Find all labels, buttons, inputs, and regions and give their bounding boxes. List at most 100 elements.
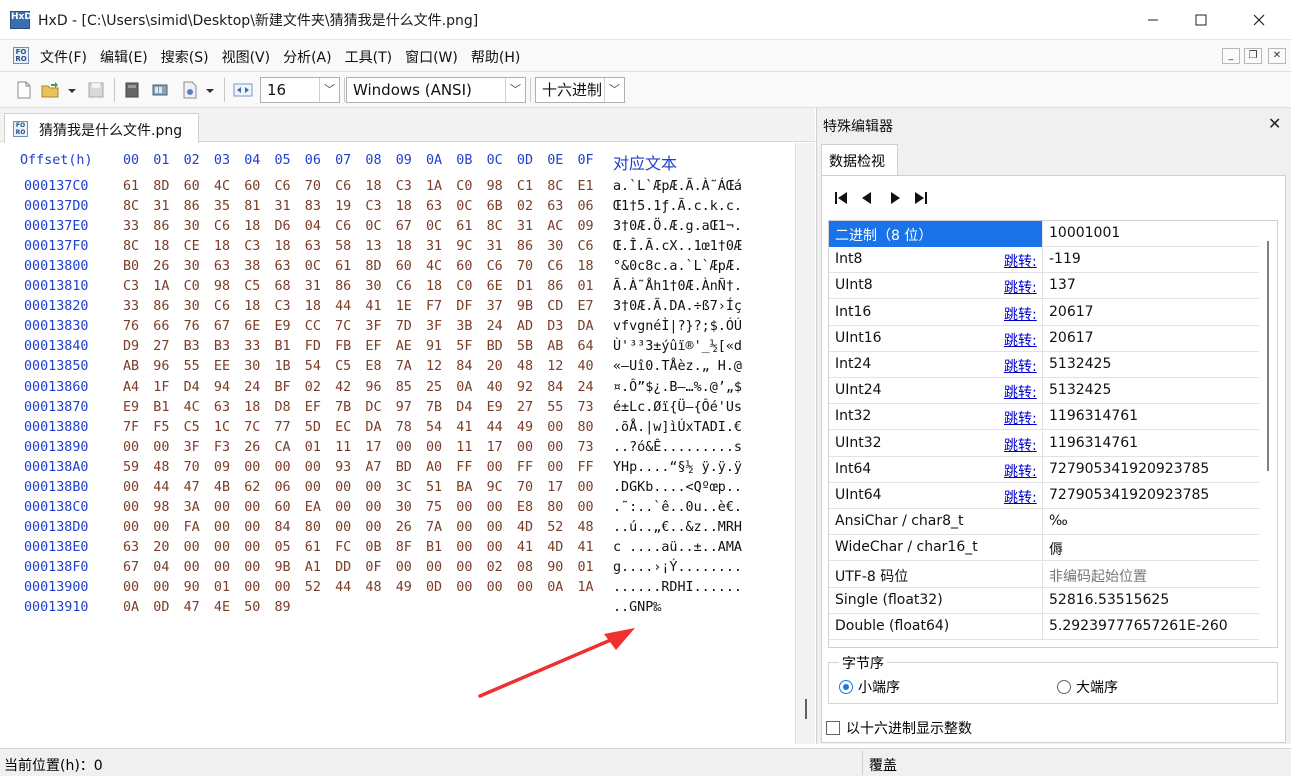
hex-byte[interactable]: D1: [517, 279, 533, 294]
hex-byte[interactable]: EF: [305, 400, 321, 415]
mdi-close-button[interactable]: ✕: [1268, 48, 1286, 64]
hex-byte[interactable]: 47: [184, 480, 200, 495]
hex-byte[interactable]: 00: [305, 480, 321, 495]
hex-byte[interactable]: 25: [426, 380, 442, 395]
hex-byte[interactable]: 19: [335, 199, 351, 214]
hex-byte[interactable]: 1A: [426, 179, 442, 194]
inspector-value[interactable]: 727905341920923785: [1043, 483, 1259, 509]
hex-byte[interactable]: 75: [426, 500, 442, 515]
hex-byte[interactable]: 48: [365, 580, 381, 595]
hex-byte[interactable]: 30: [396, 500, 412, 515]
hex-byte[interactable]: 00: [123, 480, 139, 495]
hex-byte[interactable]: 38: [244, 259, 260, 274]
hex-byte[interactable]: 54: [426, 420, 442, 435]
inspector-row[interactable]: UTF-8 码位 非编码起始位置: [829, 561, 1259, 588]
hex-byte[interactable]: 90: [547, 560, 563, 575]
hex-byte[interactable]: 02: [305, 380, 321, 395]
hex-byte[interactable]: D8: [275, 400, 291, 415]
hex-byte[interactable]: 0D: [153, 600, 169, 615]
hex-byte[interactable]: B3: [214, 339, 230, 354]
hex-byte[interactable]: 4B: [214, 480, 230, 495]
hex-byte[interactable]: 67: [214, 319, 230, 334]
open-ram-icon[interactable]: [150, 80, 170, 100]
inspector-value[interactable]: -119: [1043, 247, 1259, 273]
hex-byte[interactable]: 3A: [184, 500, 200, 515]
open-disk-icon[interactable]: [122, 80, 142, 100]
hex-byte[interactable]: FD: [305, 339, 321, 354]
hex-byte[interactable]: 41: [578, 540, 594, 555]
inspector-row[interactable]: Int24 跳转: 5132425: [829, 352, 1259, 378]
hex-byte[interactable]: 00: [487, 500, 503, 515]
hex-byte[interactable]: 60: [244, 179, 260, 194]
hex-byte[interactable]: 26: [244, 440, 260, 455]
hex-byte[interactable]: 61: [456, 219, 472, 234]
hex-byte[interactable]: DC: [365, 400, 381, 415]
hex-byte[interactable]: 18: [244, 299, 260, 314]
hex-byte[interactable]: 83: [305, 199, 321, 214]
hex-byte[interactable]: C6: [335, 219, 351, 234]
hex-byte[interactable]: 49: [396, 580, 412, 595]
hex-byte[interactable]: 00: [456, 520, 472, 535]
hex-byte[interactable]: 00: [123, 580, 139, 595]
hex-byte[interactable]: E1: [578, 179, 594, 194]
tab-data-inspector[interactable]: 数据检视: [821, 144, 898, 176]
little-endian-radio[interactable]: 小端序: [839, 677, 900, 697]
hex-byte[interactable]: 86: [335, 279, 351, 294]
hex-byte[interactable]: B3: [184, 339, 200, 354]
row-text[interactable]: 3†0Æ.Ã.DA.÷ß7›Íç: [613, 299, 742, 314]
hex-byte[interactable]: 00: [123, 500, 139, 515]
hex-byte[interactable]: 84: [547, 380, 563, 395]
hex-byte[interactable]: 8F: [396, 540, 412, 555]
hex-byte[interactable]: 4C: [426, 259, 442, 274]
row-text[interactable]: ......RDHI......: [613, 580, 742, 595]
hex-byte[interactable]: 97: [396, 400, 412, 415]
hex-byte[interactable]: 9C: [487, 480, 503, 495]
hex-byte[interactable]: 0B: [365, 540, 381, 555]
hex-byte[interactable]: 85: [396, 380, 412, 395]
hex-byte[interactable]: 00: [244, 520, 260, 535]
hex-byte[interactable]: 18: [396, 199, 412, 214]
hex-byte[interactable]: 00: [153, 520, 169, 535]
hex-byte[interactable]: 76: [123, 319, 139, 334]
hex-byte[interactable]: 61: [123, 179, 139, 194]
hex-byte[interactable]: E9: [123, 400, 139, 415]
hex-byte[interactable]: FF: [517, 460, 533, 475]
menu-tools[interactable]: 工具(T): [345, 47, 392, 67]
hex-byte[interactable]: A1: [305, 560, 321, 575]
hex-byte[interactable]: 04: [305, 219, 321, 234]
hex-byte[interactable]: 8C: [487, 219, 503, 234]
hex-byte[interactable]: 27: [153, 339, 169, 354]
hex-byte[interactable]: E8: [365, 359, 381, 374]
hex-byte[interactable]: DD: [335, 560, 351, 575]
hex-byte[interactable]: 05: [275, 540, 291, 555]
hex-byte[interactable]: 5D: [305, 420, 321, 435]
hex-byte[interactable]: 0A: [123, 600, 139, 615]
jump-link[interactable]: 跳转:: [1004, 356, 1037, 376]
menu-analysis[interactable]: 分析(A): [283, 47, 332, 67]
scrollbar-thumb[interactable]: [1267, 241, 1269, 471]
charset-select[interactable]: Windows (ANSI) ﹀: [346, 77, 526, 103]
hex-byte[interactable]: 48: [517, 359, 533, 374]
hex-byte[interactable]: 48: [153, 460, 169, 475]
row-text[interactable]: °&0c8c.a.`L`ÆpÆ.: [613, 259, 742, 274]
hex-byte[interactable]: 93: [335, 460, 351, 475]
hex-byte[interactable]: 44: [487, 420, 503, 435]
hex-byte[interactable]: 61: [305, 540, 321, 555]
hex-byte[interactable]: 00: [184, 560, 200, 575]
hex-byte[interactable]: C5: [244, 279, 260, 294]
hex-byte[interactable]: C0: [456, 279, 472, 294]
panel-close-button[interactable]: ✕: [1268, 114, 1281, 133]
bytes-per-row-select[interactable]: 16 ﹀: [260, 77, 340, 103]
hex-byte[interactable]: 1E: [396, 299, 412, 314]
hex-byte[interactable]: 4C: [214, 179, 230, 194]
hex-byte[interactable]: 98: [487, 179, 503, 194]
hex-byte[interactable]: 7D: [396, 319, 412, 334]
hex-byte[interactable]: 30: [365, 279, 381, 294]
hex-byte[interactable]: 67: [123, 560, 139, 575]
hex-byte[interactable]: 00: [305, 460, 321, 475]
hex-byte[interactable]: B1: [426, 540, 442, 555]
row-text[interactable]: Œ.Î.Ã.cX..1œ1†0Æ: [613, 239, 742, 254]
hex-byte[interactable]: 31: [426, 239, 442, 254]
hex-byte[interactable]: 00: [487, 580, 503, 595]
row-text[interactable]: a.`L`ÆpÆ.Ã.À˜ÁŒá: [613, 179, 742, 194]
